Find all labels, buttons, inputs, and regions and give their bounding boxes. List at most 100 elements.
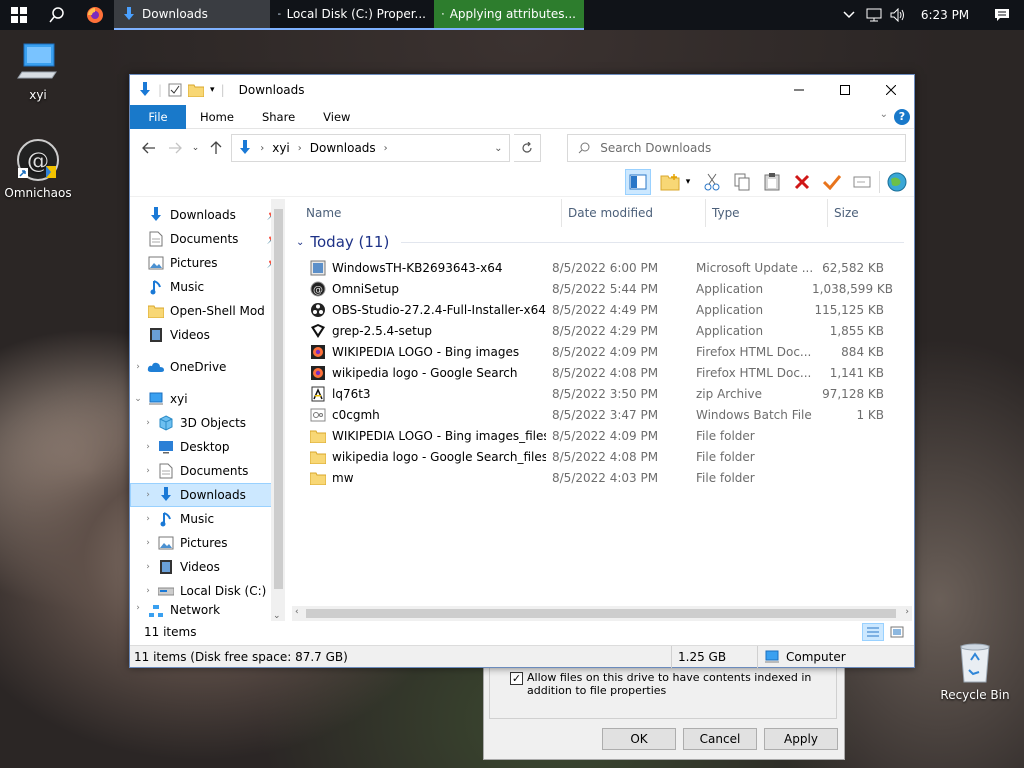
apply-button[interactable]: Apply [764, 728, 838, 750]
details-view-button[interactable] [862, 623, 884, 641]
minimize-button[interactable] [776, 75, 822, 105]
group-header-today[interactable]: ⌄ Today (11) [286, 227, 914, 257]
chevron-right-icon[interactable]: › [140, 538, 156, 548]
index-contents-checkbox[interactable]: ✓ [510, 672, 523, 685]
new-folder-button[interactable]: ▾ [655, 169, 695, 195]
nav-item-desktop[interactable]: › Desktop [130, 435, 285, 459]
scroll-right-icon[interactable]: › [905, 607, 909, 617]
preview-pane-button[interactable] [625, 168, 651, 195]
column-header-date[interactable]: Date modified [562, 199, 706, 227]
nav-item-quick-open-shell[interactable]: Open-Shell Mod [130, 299, 285, 323]
chevron-right-icon[interactable]: › [130, 603, 146, 613]
desktop-icon-this-pc[interactable]: xyi [0, 40, 76, 102]
scrollbar-thumb[interactable] [274, 209, 283, 589]
forward-button[interactable] [164, 137, 186, 159]
scrollbar-thumb[interactable] [306, 609, 896, 618]
nav-scrollbar[interactable]: ⌄ [271, 199, 285, 621]
table-row[interactable]: c0cgmh 8/5/2022 3:47 PM Windows Batch Fi… [286, 404, 914, 425]
tab-share[interactable]: Share [248, 105, 309, 129]
nav-item-downloads[interactable]: › Downloads [130, 483, 285, 507]
rename-button[interactable] [849, 169, 875, 195]
firefox-taskbar-button[interactable] [76, 0, 114, 30]
cut-button[interactable] [699, 169, 725, 195]
tab-view[interactable]: View [309, 105, 364, 129]
table-row[interactable]: OBS-Studio-27.2.4-Full-Installer-x64 8/5… [286, 299, 914, 320]
nav-item-pictures[interactable]: › Pictures [130, 531, 285, 555]
nav-item-documents[interactable]: › Documents [130, 459, 285, 483]
address-bar[interactable]: › xyi › Downloads › ⌄ [231, 134, 510, 162]
properties-button[interactable] [819, 169, 845, 195]
table-row[interactable]: wikipedia logo - Google Search 8/5/2022 … [286, 362, 914, 383]
globe-button[interactable] [884, 169, 910, 195]
chevron-up-icon[interactable] [836, 11, 862, 19]
nav-item-network[interactable]: › Network [130, 603, 285, 617]
desktop-icon-omnichaos[interactable]: @ Omnichaos [0, 138, 76, 200]
desktop-icon-recycle-bin[interactable]: Recycle Bin [937, 640, 1013, 702]
cancel-button[interactable]: Cancel [683, 728, 757, 750]
nav-item-videos[interactable]: › Videos [130, 555, 285, 579]
table-row[interactable]: lq76t3 8/5/2022 3:50 PM zip Archive 97,1… [286, 383, 914, 404]
nav-item-quick-videos[interactable]: Videos [130, 323, 285, 347]
copy-button[interactable] [729, 169, 755, 195]
large-icons-view-button[interactable] [886, 623, 908, 641]
start-button[interactable] [0, 0, 38, 30]
properties-check-icon[interactable] [168, 83, 182, 97]
horizontal-scrollbar[interactable]: ‹ › [292, 606, 912, 621]
table-row[interactable]: @ OmniSetup 8/5/2022 5:44 PM Application … [286, 278, 914, 299]
ok-button[interactable]: OK [602, 728, 676, 750]
nav-item-quick-pictures[interactable]: Pictures 📌 [130, 251, 285, 275]
refresh-button[interactable] [513, 134, 542, 162]
tab-file[interactable]: File [130, 104, 186, 129]
chevron-right-icon[interactable]: › [140, 490, 156, 500]
nav-item-3d-objects[interactable]: › 3D Objects [130, 411, 285, 435]
address-dropdown-icon[interactable]: ⌄ [494, 143, 502, 154]
help-icon[interactable]: ? [894, 109, 910, 125]
paste-button[interactable] [759, 169, 785, 195]
chevron-right-icon[interactable]: › [130, 362, 146, 372]
nav-item-music[interactable]: › Music [130, 507, 285, 531]
nav-item-onedrive[interactable]: › OneDrive [130, 355, 285, 379]
chevron-right-icon[interactable]: › [260, 143, 264, 154]
table-row[interactable]: WindowsTH-KB2693643-x64 8/5/2022 6:00 PM… [286, 257, 914, 278]
chevron-right-icon[interactable]: › [140, 442, 156, 452]
close-button[interactable] [868, 75, 914, 105]
chevron-right-icon[interactable]: › [140, 418, 156, 428]
chevron-down-icon[interactable]: ⌄ [130, 394, 146, 404]
nav-item-quick-music[interactable]: Music [130, 275, 285, 299]
table-row[interactable]: WIKIPEDIA LOGO - Bing images 8/5/2022 4:… [286, 341, 914, 362]
chevron-right-icon[interactable]: › [140, 562, 156, 572]
nav-item-quick-documents[interactable]: Documents 📌 [130, 227, 285, 251]
recent-locations-icon[interactable]: ⌄ [190, 137, 202, 159]
taskbar-task-downloads[interactable]: Downloads [114, 0, 270, 30]
column-header-size[interactable]: Size [828, 199, 906, 227]
column-header-name[interactable]: Name [286, 199, 562, 227]
tab-home[interactable]: Home [186, 105, 248, 129]
column-header-type[interactable]: Type [706, 199, 828, 227]
scroll-left-icon[interactable]: ‹ [295, 607, 299, 617]
chevron-right-icon[interactable]: › [384, 143, 388, 154]
breadcrumb-segment[interactable]: Downloads [310, 141, 376, 155]
table-row[interactable]: grep-2.5.4-setup 8/5/2022 4:29 PM Applic… [286, 320, 914, 341]
clock[interactable]: 6:23 PM [910, 8, 980, 22]
delete-button[interactable] [789, 169, 815, 195]
table-row[interactable]: WIKIPEDIA LOGO - Bing images_files 8/5/2… [286, 425, 914, 446]
network-icon[interactable] [862, 8, 886, 22]
nav-item-this-pc[interactable]: ⌄ xyi [130, 387, 285, 411]
taskbar-task-applying-attributes[interactable]: Applying attributes... [434, 0, 584, 30]
expand-ribbon-icon[interactable]: ⌄ [880, 109, 888, 120]
chevron-right-icon[interactable]: › [140, 586, 156, 596]
chevron-right-icon[interactable]: › [140, 514, 156, 524]
notification-icon[interactable] [980, 8, 1024, 22]
taskbar-task-disk-properties[interactable]: Local Disk (C:) Proper... [270, 0, 434, 30]
up-button[interactable] [205, 137, 227, 159]
back-button[interactable] [138, 137, 160, 159]
scroll-down-icon[interactable]: ⌄ [273, 611, 281, 621]
table-row[interactable]: mw 8/5/2022 4:03 PM File folder [286, 467, 914, 488]
qat-dropdown-icon[interactable]: ▾ [210, 85, 215, 95]
table-row[interactable]: wikipedia logo - Google Search_files 8/5… [286, 446, 914, 467]
new-folder-icon[interactable] [188, 83, 205, 97]
breadcrumb-segment[interactable]: xyi [272, 141, 290, 155]
volume-icon[interactable] [886, 8, 910, 22]
nav-item-quick-downloads[interactable]: Downloads 📌 [130, 203, 285, 227]
chevron-right-icon[interactable]: › [140, 466, 156, 476]
